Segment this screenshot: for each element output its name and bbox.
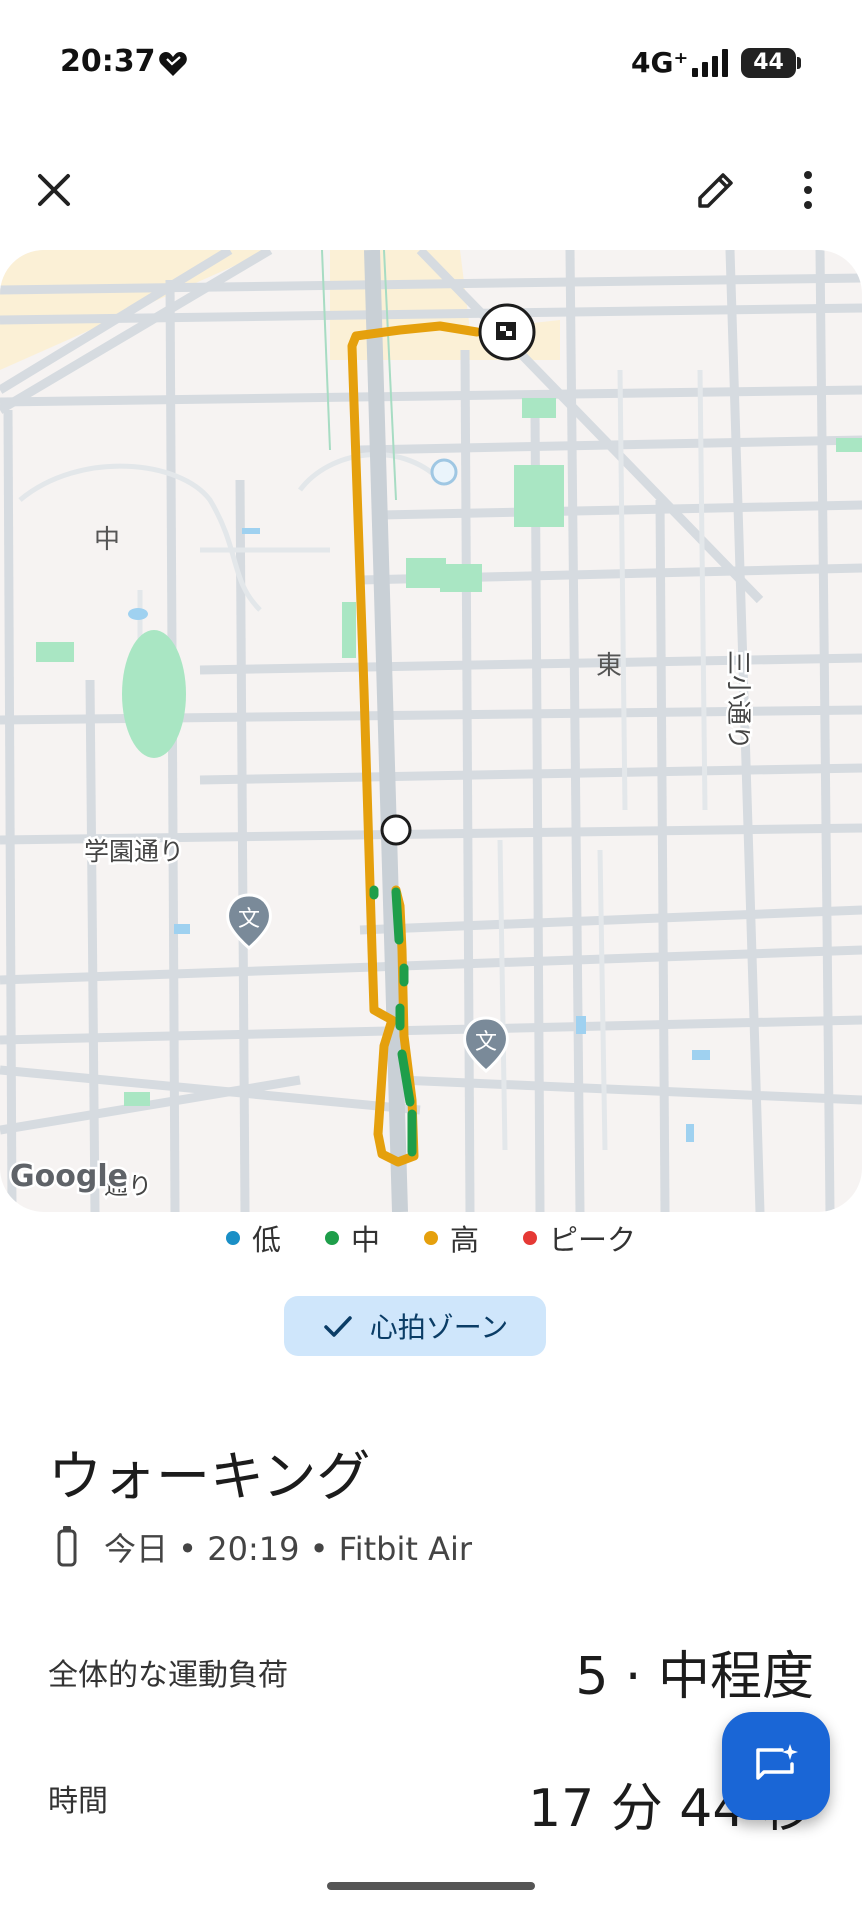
route-map[interactable]: 文 文 中 東 学園通り 三小通り 通り Google [0,250,862,1212]
heart-zone-chip[interactable]: 心拍ゾーン [284,1296,546,1356]
home-indicator[interactable] [327,1882,535,1890]
activity-title: ウォーキング [48,1445,371,1508]
ai-chat-button[interactable] [722,1712,830,1820]
heart-icon [159,52,187,76]
map-canvas: 文 文 中 東 学園通り 三小通り 通り Google [0,250,862,1212]
legend-item-peak: ピーク [523,1217,636,1259]
stat-value-load: 5 · 中程度 [575,1647,814,1707]
network-type: 4G⁺ [631,46,689,79]
legend-dot-mid [324,1231,339,1245]
school-marker-icon[interactable]: 文 [226,893,272,950]
sparkle-chat-icon [756,1744,798,1780]
activity-meta-text: 今日 • 20:19 • Fitbit Air [104,1530,473,1568]
stat-label-duration: 時間 [48,1784,108,1819]
close-icon[interactable] [30,166,78,214]
more-vert-icon[interactable] [786,164,830,216]
signal-icon [692,49,728,77]
heart-zone-chip-label: 心拍ゾーン [369,1311,509,1344]
legend-dot-peak [523,1231,538,1245]
check-icon [323,1316,352,1337]
legend-item-low: 低 [225,1217,281,1259]
watch-icon [57,1526,77,1567]
battery-level: 44 [753,50,784,75]
map-label-higashi: 東 [596,651,622,681]
pencil-icon[interactable] [690,164,742,216]
status-time: 20:37 [60,44,156,79]
legend-dot-high [424,1231,438,1245]
heart-zone-legend: 低 中 高 ピーク [0,1214,862,1262]
stat-label-load: 全体的な運動負荷 [48,1658,288,1693]
map-label-naka: 中 [94,525,120,555]
battery-icon: 44 [741,48,801,78]
toolbar [0,150,862,230]
legend-item-high: 高 [424,1217,479,1259]
legend-dot-low [225,1231,240,1245]
svg-text:文: 文 [475,1030,497,1055]
svg-text:文: 文 [238,907,260,932]
finish-flag-icon [496,322,516,340]
legend-item-mid: 中 [324,1217,380,1259]
google-logo: Google [10,1159,128,1194]
map-label-sanko-dori: 三小通り [724,650,753,750]
activity-meta: 今日 • 20:19 • Fitbit Air [56,1524,472,1570]
map-label-gakuen-dori: 学園通り [84,837,184,866]
status-bar: 20:37 4G⁺ 44 [0,0,862,130]
